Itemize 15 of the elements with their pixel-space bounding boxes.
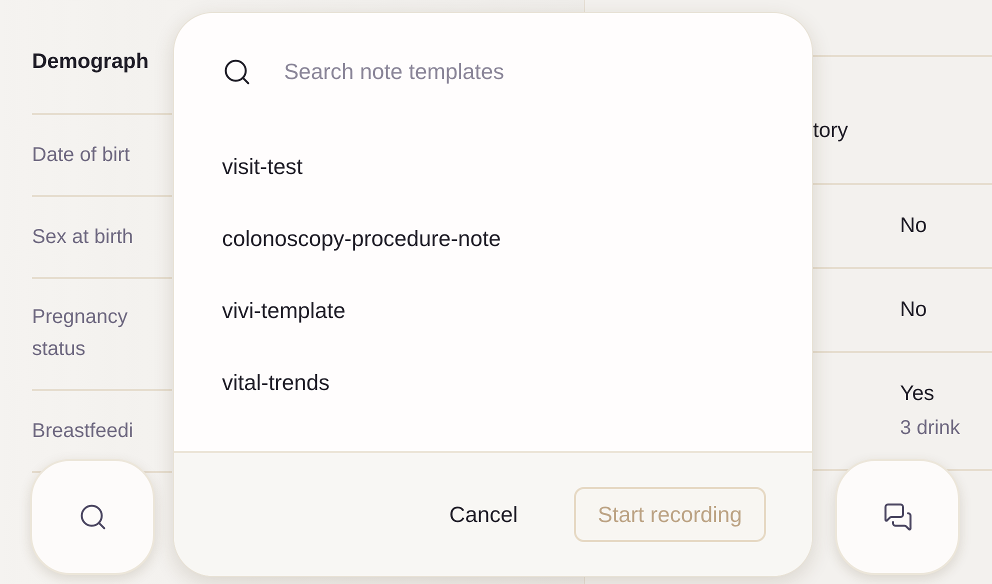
field-value: No — [900, 213, 928, 239]
field-label: Breastfeedi — [32, 419, 134, 444]
cancel-button[interactable]: Cancel — [449, 502, 518, 528]
field-label: Date of birt — [32, 143, 131, 168]
template-item[interactable]: visit-test — [222, 131, 784, 203]
section-title: tory — [813, 119, 848, 142]
field-label: Sex at birth — [32, 225, 134, 250]
template-item[interactable]: vital-trends — [222, 347, 784, 419]
template-item[interactable]: colonoscopy-procedure-note — [222, 203, 784, 275]
field-value: Yes — [900, 381, 936, 407]
field-detail: 3 drink — [900, 416, 962, 441]
template-item[interactable]: vivi-template — [222, 275, 784, 347]
field-value: No — [900, 297, 928, 323]
search-field[interactable]: Search note templates — [282, 58, 766, 86]
field-label: Pregnancy status — [32, 305, 129, 362]
